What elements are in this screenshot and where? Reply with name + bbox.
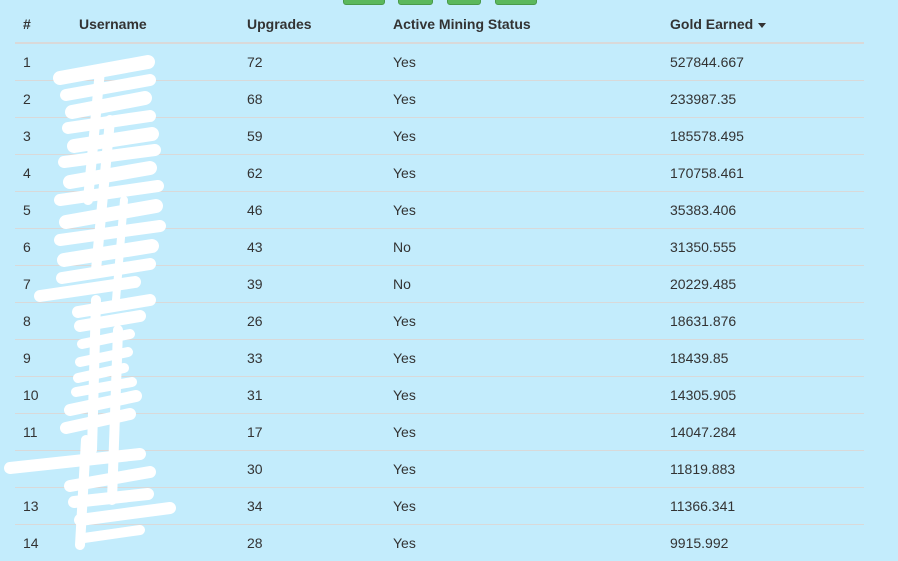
table-row: 30Yes11819.883 <box>15 451 864 488</box>
table-header-row: # Username Upgrades Active Mining Status… <box>15 6 864 43</box>
cell-status: Yes <box>385 488 662 525</box>
cell-gold: 527844.667 <box>662 43 864 81</box>
cell-upgrades: 26 <box>239 303 385 340</box>
cell-gold: 11366.341 <box>662 488 864 525</box>
cell-username <box>71 266 239 303</box>
cell-gold: 9915.992 <box>662 525 864 561</box>
cell-status: Yes <box>385 377 662 414</box>
cell-username <box>71 118 239 155</box>
cell-upgrades: 17 <box>239 414 385 451</box>
table-row: 4 62Yes170758.461 <box>15 155 864 192</box>
cell-username <box>71 155 239 192</box>
cell-upgrades: 28 <box>239 525 385 561</box>
cell-upgrades: 46 <box>239 192 385 229</box>
cell-upgrades: 43 <box>239 229 385 266</box>
cell-username <box>71 81 239 118</box>
cell-rank: 8 <box>15 303 71 340</box>
top-button-2[interactable] <box>398 0 433 5</box>
cell-rank: 6 <box>15 229 71 266</box>
cell-upgrades: 34 <box>239 488 385 525</box>
cell-rank: 9 <box>15 340 71 377</box>
cell-rank: 10 <box>15 377 71 414</box>
cell-rank: 5 <box>15 192 71 229</box>
cell-status: Yes <box>385 192 662 229</box>
cell-username <box>71 229 239 266</box>
cell-rank: 2 <box>15 81 71 118</box>
column-header-username[interactable]: Username <box>71 6 239 43</box>
cell-gold: 18631.876 <box>662 303 864 340</box>
cell-status: No <box>385 229 662 266</box>
cell-username <box>71 340 239 377</box>
column-header-rank[interactable]: # <box>15 6 71 43</box>
cell-rank: 11 <box>15 414 71 451</box>
column-header-status[interactable]: Active Mining Status <box>385 6 662 43</box>
leaderboard-table: # Username Upgrades Active Mining Status… <box>15 6 864 561</box>
cell-status: Yes <box>385 81 662 118</box>
cell-gold: 233987.35 <box>662 81 864 118</box>
cell-status: Yes <box>385 155 662 192</box>
cell-gold: 185578.495 <box>662 118 864 155</box>
cell-gold: 18439.85 <box>662 340 864 377</box>
cell-rank: 7 <box>15 266 71 303</box>
table-body: 172Yes527844.667268Yes233987.35359Yes185… <box>15 43 864 561</box>
cell-username <box>71 525 239 561</box>
cell-username <box>71 377 239 414</box>
table-row: 9 33Yes18439.85 <box>15 340 864 377</box>
cell-upgrades: 59 <box>239 118 385 155</box>
top-button-3[interactable] <box>447 0 481 5</box>
cell-username <box>71 488 239 525</box>
table-row: 1 72Yes527844.667 <box>15 43 864 81</box>
cell-upgrades: 33 <box>239 340 385 377</box>
caret-down-icon <box>758 23 766 28</box>
cell-gold: 11819.883 <box>662 451 864 488</box>
cell-upgrades: 62 <box>239 155 385 192</box>
cell-status: Yes <box>385 414 662 451</box>
cell-rank: 13 <box>15 488 71 525</box>
cell-status: Yes <box>385 451 662 488</box>
table-row: 8 26Yes18631.876 <box>15 303 864 340</box>
column-header-gold-earned[interactable]: Gold Earned <box>662 6 864 43</box>
cell-username <box>71 451 239 488</box>
table-row: 5 46Yes35383.406 <box>15 192 864 229</box>
cell-status: Yes <box>385 340 662 377</box>
cell-username <box>71 303 239 340</box>
table-row: 11 17Yes14047.284 <box>15 414 864 451</box>
cell-status: Yes <box>385 118 662 155</box>
cell-gold: 14305.905 <box>662 377 864 414</box>
cell-username <box>71 414 239 451</box>
cell-username <box>71 43 239 81</box>
cell-upgrades: 30 <box>239 451 385 488</box>
column-header-upgrades[interactable]: Upgrades <box>239 6 385 43</box>
table-row: 3 59Yes185578.495 <box>15 118 864 155</box>
table-row: 10 31Yes14305.905 <box>15 377 864 414</box>
cell-upgrades: 31 <box>239 377 385 414</box>
table-row: 14 28Yes9915.992 <box>15 525 864 561</box>
cell-gold: 14047.284 <box>662 414 864 451</box>
cell-status: No <box>385 266 662 303</box>
cell-gold: 20229.485 <box>662 266 864 303</box>
cell-gold: 31350.555 <box>662 229 864 266</box>
cell-status: Yes <box>385 43 662 81</box>
cell-status: Yes <box>385 525 662 561</box>
table-row: 2 68Yes233987.35 <box>15 81 864 118</box>
cell-gold: 35383.406 <box>662 192 864 229</box>
cell-rank: 14 <box>15 525 71 561</box>
cell-gold: 170758.461 <box>662 155 864 192</box>
cell-upgrades: 72 <box>239 43 385 81</box>
cell-username <box>71 192 239 229</box>
cell-upgrades: 39 <box>239 266 385 303</box>
cell-rank: 1 <box>15 43 71 81</box>
cell-rank: 4 <box>15 155 71 192</box>
top-button-1[interactable] <box>343 0 385 5</box>
cell-rank: 3 <box>15 118 71 155</box>
table-row: 7 39No20229.485 <box>15 266 864 303</box>
cell-status: Yes <box>385 303 662 340</box>
cell-upgrades: 68 <box>239 81 385 118</box>
table-row: 6 43No31350.555 <box>15 229 864 266</box>
top-button-4[interactable] <box>495 0 537 5</box>
cell-rank <box>15 451 71 488</box>
table-row: 13 34Yes11366.341 <box>15 488 864 525</box>
column-header-gold-label: Gold Earned <box>670 16 753 32</box>
